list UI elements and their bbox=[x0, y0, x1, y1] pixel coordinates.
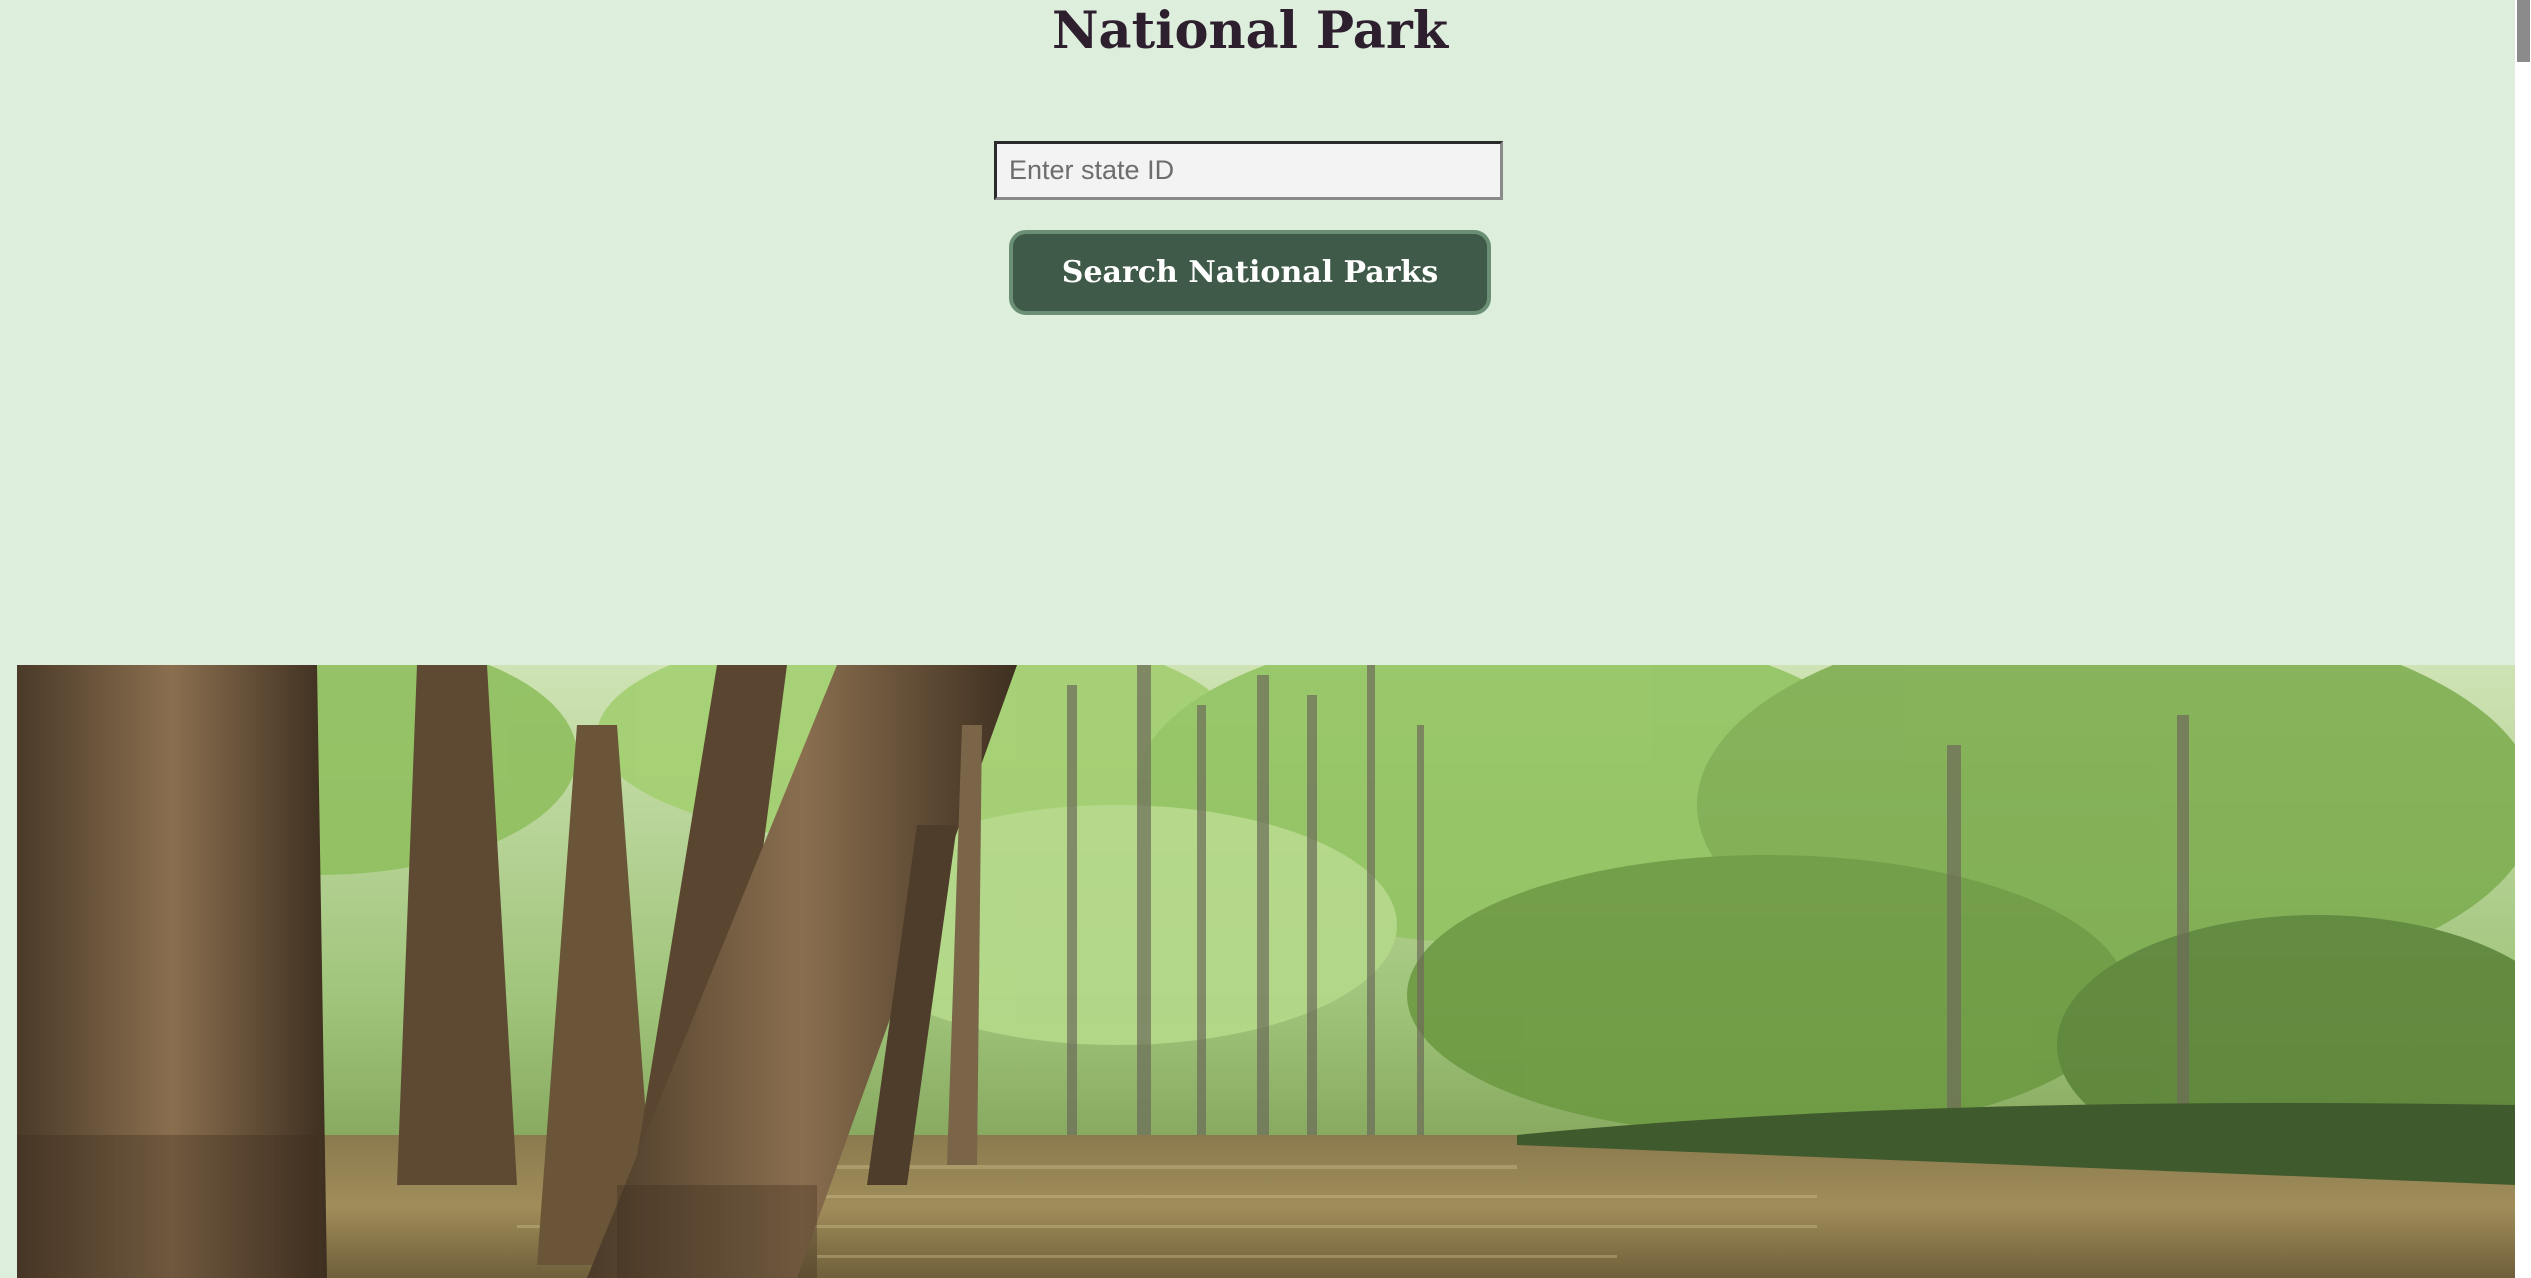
state-id-input[interactable] bbox=[994, 141, 1503, 200]
scrollbar-thumb[interactable] bbox=[2517, 0, 2530, 62]
page: National Park Search National Parks bbox=[0, 0, 2515, 1278]
page-title: National Park bbox=[1051, 1, 1449, 61]
search-national-parks-button[interactable]: Search National Parks bbox=[1009, 230, 1491, 315]
hero-forest-image bbox=[17, 665, 2515, 1278]
scrollbar-track[interactable] bbox=[2515, 0, 2531, 1278]
